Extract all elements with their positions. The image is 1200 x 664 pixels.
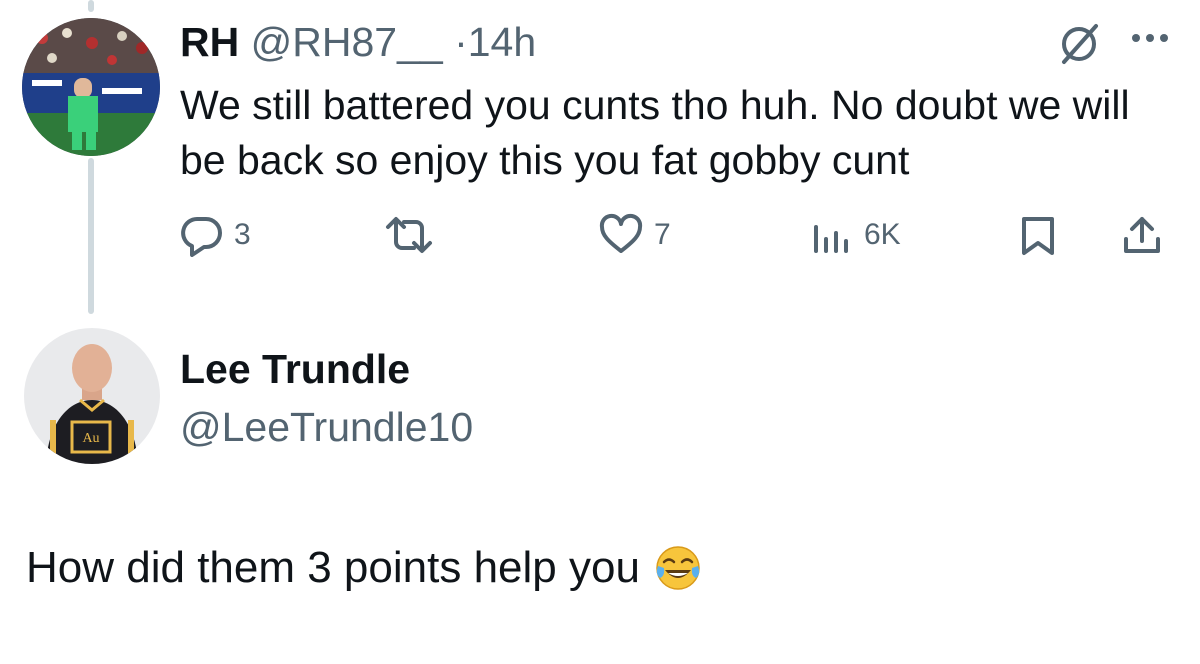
views-icon bbox=[814, 225, 848, 253]
rh-display-name[interactable]: RH bbox=[180, 19, 239, 65]
share-icon bbox=[1124, 217, 1160, 253]
header-separator: · bbox=[454, 19, 468, 65]
thread-line-middle bbox=[88, 158, 94, 314]
like-icon bbox=[599, 213, 643, 253]
grok-icon[interactable] bbox=[1056, 20, 1102, 66]
retweet-icon bbox=[386, 217, 432, 253]
rh-handle[interactable]: @RH87__ bbox=[251, 19, 443, 65]
bookmark-icon bbox=[1022, 217, 1054, 255]
views-count: 6K bbox=[864, 218, 901, 251]
bookmark-button[interactable] bbox=[1018, 210, 1058, 260]
lee-avatar[interactable]: Au bbox=[24, 328, 160, 464]
parent-tweet-header: RH @RH87__ ·14h bbox=[180, 18, 536, 66]
views-button[interactable]: 6K bbox=[810, 210, 901, 260]
retweet-button[interactable] bbox=[384, 210, 434, 260]
reply-count: 3 bbox=[234, 218, 251, 251]
tears-of-joy-emoji bbox=[654, 544, 702, 592]
more-icon[interactable] bbox=[1128, 28, 1172, 48]
lee-display-name[interactable]: Lee Trundle bbox=[180, 344, 410, 394]
thread-line-top bbox=[88, 0, 94, 12]
tweet-time[interactable]: 14h bbox=[468, 19, 536, 65]
lee-handle[interactable]: @LeeTrundle10 bbox=[180, 402, 473, 452]
reply-tweet-body: How did them 3 points help you bbox=[26, 538, 702, 598]
share-button[interactable] bbox=[1120, 210, 1164, 260]
reply-button[interactable]: 3 bbox=[180, 210, 251, 260]
reply-tweet-text: How did them 3 points help you bbox=[26, 543, 640, 592]
svg-text:Au: Au bbox=[82, 431, 99, 446]
parent-tweet-text: We still battered you cunts tho huh. No … bbox=[180, 82, 1130, 183]
like-button[interactable]: 7 bbox=[598, 210, 671, 260]
reply-icon bbox=[181, 216, 222, 257]
like-count: 7 bbox=[654, 218, 671, 251]
rh-avatar[interactable] bbox=[22, 18, 160, 156]
